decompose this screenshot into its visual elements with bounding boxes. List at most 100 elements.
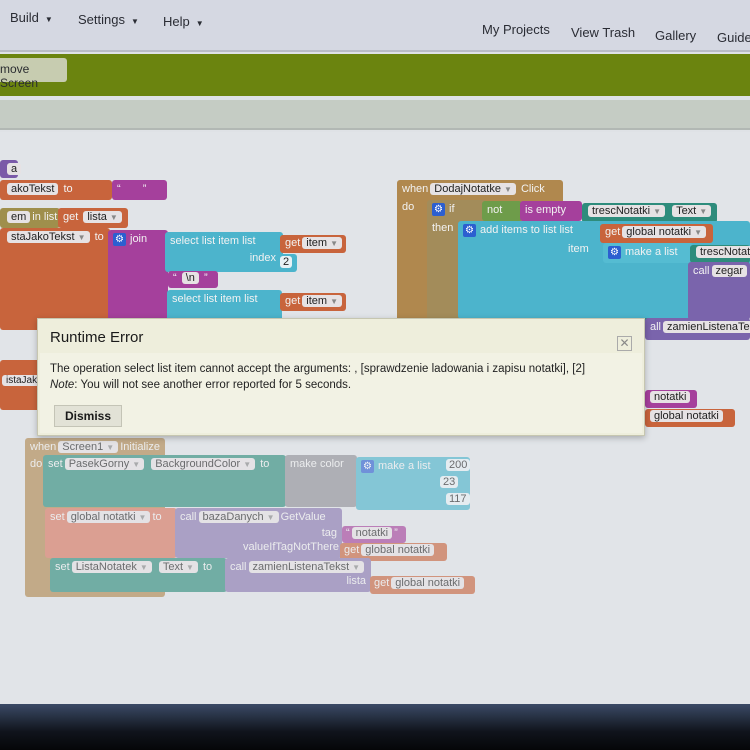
block-component-getter[interactable]: trescNotatki ▼ Text ▼ <box>582 203 717 223</box>
gear-icon[interactable]: ⚙ <box>113 233 126 246</box>
component-dropdown: DodajNotatke ▼ <box>430 183 516 195</box>
label: join <box>130 233 148 245</box>
component-name: DodajNotatke <box>434 183 501 195</box>
component-name: trescNotatk <box>696 246 750 258</box>
label: valueIfTagNotThere <box>243 541 339 553</box>
component-name: zegar <box>711 265 748 277</box>
block-make-color[interactable]: make color <box>285 455 357 507</box>
var-name: akoTekst <box>7 183 59 195</box>
label: list <box>559 224 573 236</box>
property-name: Text <box>676 205 697 217</box>
block-set-global-notatki[interactable]: set global notatki ▼ to <box>45 508 177 558</box>
block-set-listanotatek-text[interactable]: set ListaNotatek ▼ Text ▼ to <box>50 558 227 592</box>
number-value: 2 <box>280 256 293 268</box>
var-name: item <box>306 295 328 307</box>
menu-help[interactable]: Help ▼ <box>163 14 204 29</box>
label: call <box>693 265 710 277</box>
block-init-var[interactable]: akoTekst to <box>0 180 112 200</box>
label: list <box>242 235 256 247</box>
monitor-bezel <box>0 704 750 750</box>
property-dropdown: BackgroundColor ▼ <box>151 458 256 470</box>
block-text-notatki[interactable]: notatki <box>645 390 697 408</box>
error-message: The operation select list item cannot ac… <box>50 363 586 375</box>
var-name: global notatki <box>361 544 435 556</box>
label: tag <box>321 527 337 539</box>
var-dropdown: lista ▼ <box>83 211 122 223</box>
label: set <box>48 458 63 470</box>
block-for-each[interactable]: em in list <box>0 208 60 228</box>
link-gallery[interactable]: Gallery <box>655 28 696 43</box>
block-not[interactable]: not <box>482 201 522 221</box>
block-get-global-notatki[interactable]: get global notatki ▼ <box>600 224 713 243</box>
component-name: Screen1 <box>62 441 104 453</box>
block-select-list-item[interactable]: select list item list index <box>165 232 283 272</box>
number-block[interactable]: 117 <box>446 493 470 505</box>
label: get <box>63 211 79 223</box>
menu-build[interactable]: Build ▼ <box>10 10 53 25</box>
label: get <box>285 295 301 307</box>
toolbar-strip <box>0 100 750 130</box>
block-number[interactable]: 2 <box>277 254 297 272</box>
link-my-projects[interactable]: My Projects <box>482 22 550 37</box>
note-text: : You will not see another error reporte… <box>74 379 352 391</box>
component-name: PasekGorny <box>68 458 130 470</box>
block-call-zamienlistenatekst[interactable]: call zamienListenaTekst ▼ lista <box>225 558 371 592</box>
block-join[interactable]: ⚙ join <box>108 230 168 325</box>
remove-screen-button[interactable]: move Screen <box>0 58 67 90</box>
link-guide[interactable]: Guide <box>717 30 750 45</box>
block-hidden-var[interactable]: istaJako <box>0 360 47 410</box>
label: make color <box>290 458 344 470</box>
block-call-zamien[interactable]: all zamienListenaTe <box>645 318 750 340</box>
block-get-item-2[interactable]: get item ▼ <box>280 293 346 311</box>
menu-label: Settings <box>78 12 125 27</box>
gear-icon[interactable]: ⚙ <box>361 460 374 473</box>
component-dropdown: PasekGorny ▼ <box>64 458 145 470</box>
block-get-lista[interactable]: get lista ▼ <box>58 208 128 228</box>
dismiss-button[interactable]: Dismiss <box>54 405 123 427</box>
block-var[interactable]: a <box>0 160 22 178</box>
block-call-bazadanych-getvalue[interactable]: call bazaDanych ▼ GetValue tag valueIfTagNo… <box>175 508 342 558</box>
number-block[interactable]: 200 <box>446 459 471 471</box>
block-call-zegar[interactable]: call zegar <box>688 262 750 320</box>
menu-settings[interactable]: Settings ▼ <box>78 12 139 27</box>
component-name: trescNotatki <box>592 205 651 217</box>
component-name: ListaNotatek <box>75 561 137 573</box>
block-set-pasekgorny[interactable]: set PasekGorny ▼ BackgroundColor ▼ to <box>43 455 286 507</box>
var-dropdown: global notatki ▼ <box>66 511 151 523</box>
label: all <box>650 321 662 333</box>
number-block[interactable]: 23 <box>440 476 459 488</box>
block-make-a-list-rgb[interactable]: ⚙ make a list 200 23 117 <box>356 457 471 510</box>
block-get-global-notatki-2[interactable]: global notatki <box>645 409 735 427</box>
procedure-dropdown: zamienListenaTekst ▼ <box>248 561 365 573</box>
label: call <box>180 511 197 523</box>
label: get <box>344 544 360 556</box>
procedure-name: zamienListenaTekst <box>252 561 350 573</box>
gear-icon[interactable]: ⚙ <box>463 224 476 237</box>
gear-icon[interactable]: ⚙ <box>432 203 445 216</box>
property-dropdown: Text ▼ <box>158 561 198 573</box>
label: index <box>249 252 276 264</box>
procedure-name: zamienListenaTe <box>663 321 750 333</box>
block-text-tag[interactable]: “notatki” <box>342 526 406 543</box>
block-text-empty[interactable]: “ ” <box>112 180 167 200</box>
block-get-global-notatki-4[interactable]: get global notatki <box>370 576 475 594</box>
gear-icon[interactable]: ⚙ <box>608 246 621 259</box>
block-text-newline[interactable]: “ \n ” <box>168 271 218 288</box>
number-value: 117 <box>446 493 470 505</box>
close-icon[interactable]: ✕ <box>617 336 632 351</box>
link-view-trash[interactable]: View Trash <box>571 25 635 40</box>
block-set-var[interactable]: staJakoTekst ▼ to <box>0 228 110 330</box>
block-get-item[interactable]: get item ▼ <box>280 235 346 253</box>
string-value: \n <box>181 272 199 284</box>
var-name: global notatki <box>70 511 136 523</box>
property-name: BackgroundColor <box>155 458 241 470</box>
block-tresc-getter[interactable]: trescNotatk <box>690 245 750 263</box>
component-dropdown: trescNotatki ▼ <box>588 205 665 217</box>
block-is-empty[interactable]: is empty <box>520 201 582 221</box>
label: get <box>285 237 301 249</box>
caret-down-icon: ▼ <box>44 15 53 24</box>
var-name: em <box>7 211 31 223</box>
var-name: global notatki <box>650 410 723 422</box>
block-make-a-list[interactable]: ⚙ make a list <box>603 243 693 263</box>
label: when <box>402 183 429 195</box>
